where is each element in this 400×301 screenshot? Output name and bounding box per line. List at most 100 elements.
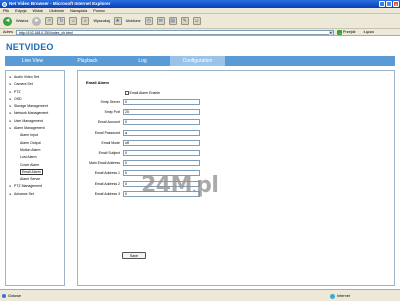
print-icon[interactable]: ▤ — [168, 17, 177, 25]
field-input[interactable]: 0 — [123, 99, 200, 105]
sidebar-item-label: OSD — [14, 96, 22, 101]
field-input[interactable]: 0 — [123, 160, 200, 167]
field-input[interactable]: 25 — [123, 109, 200, 116]
tab-configuration[interactable]: Configuration — [170, 56, 225, 66]
maximize-icon[interactable]: □ — [386, 1, 392, 7]
email-alarm-panel: Email Alarm Email Alarm Enable Save Smtp… — [77, 70, 395, 286]
menu-item-tools[interactable]: Narzędzia — [70, 8, 87, 13]
menu-item-help[interactable]: Pomoc — [93, 8, 105, 13]
sidebar-item-label: Alarm Server — [20, 177, 41, 182]
address-url: http://192.168.0.250/index_ch.html — [18, 30, 73, 35]
tab-log[interactable]: Log — [115, 56, 170, 66]
field-label: Email Address 2 — [94, 181, 120, 186]
sidebar-item[interactable]: ► PTZ — [6, 89, 64, 96]
field-input[interactable]: 0 — [123, 150, 200, 156]
search-icon[interactable]: ⌕ — [81, 17, 90, 25]
home-icon[interactable]: ⌂ — [69, 17, 78, 25]
field-label: Main Email Address — [89, 161, 120, 166]
sidebar-item[interactable]: Alarm Input — [6, 132, 64, 139]
sidebar-item[interactable]: ► Advance Set — [6, 191, 64, 198]
expand-arrow-icon[interactable]: ► — [9, 191, 12, 198]
address-dropdown-icon[interactable]: ▼ — [328, 30, 333, 35]
field-input[interactable]: ● — [123, 129, 200, 136]
favorites-star-icon[interactable]: ★ — [113, 17, 122, 25]
sidebar-item[interactable]: Alarm Output — [6, 140, 64, 147]
email-alarm-enable-label: Email Alarm Enable — [129, 91, 161, 95]
minimize-icon[interactable]: _ — [379, 1, 385, 7]
sidebar-item[interactable]: ► Storage Management — [6, 103, 64, 110]
address-input[interactable]: http://192.168.0.250/index_ch.html ▼ — [15, 29, 334, 35]
expand-arrow-icon[interactable]: ► — [9, 89, 12, 96]
expand-arrow-icon[interactable]: ► — [9, 183, 12, 190]
edit-icon[interactable]: ✎ — [180, 17, 189, 25]
internet-zone-icon — [330, 294, 335, 299]
sidebar-item[interactable]: ► PTZ Management — [6, 183, 64, 190]
field-input[interactable]: off — [123, 139, 200, 146]
sidebar-item[interactable]: ► Alarm Management — [6, 125, 64, 132]
sidebar-item[interactable]: Cover Alarm — [6, 162, 64, 169]
refresh-icon[interactable]: ↻ — [57, 17, 66, 25]
back-button-label[interactable]: Wstecz — [16, 19, 28, 23]
stop-icon[interactable]: × — [45, 17, 54, 25]
field-label: Smtp Port — [104, 110, 120, 115]
email-alarm-enable-checkbox[interactable] — [125, 91, 129, 95]
field-input[interactable]: 0 — [123, 119, 200, 126]
tab-live-view[interactable]: Live View — [5, 56, 60, 66]
menu-item-view[interactable]: Widok — [33, 8, 44, 13]
field-label: Email Password — [94, 130, 120, 135]
address-bar: Adres http://192.168.0.250/index_ch.html… — [0, 29, 400, 36]
back-arrow-icon[interactable]: ◄ — [3, 16, 12, 26]
messenger-icon[interactable]: ☺ — [192, 17, 201, 25]
status-text: Gotowe — [8, 294, 22, 298]
save-button[interactable]: Save — [122, 252, 146, 259]
expand-arrow-icon[interactable]: ► — [9, 118, 12, 125]
sidebar-item[interactable]: ► User Management — [6, 118, 64, 125]
form-row: Email Account 0 — [78, 119, 378, 126]
ie-icon — [2, 1, 7, 7]
expand-arrow-icon[interactable]: ► — [9, 81, 12, 88]
favorites-button-label[interactable]: Ulubione — [126, 19, 141, 23]
sidebar-item-label: Email Alarm — [20, 168, 43, 175]
expand-arrow-icon[interactable]: ► — [9, 74, 12, 81]
main-nav: Live View Playback Log Configuration — [5, 56, 395, 66]
expand-arrow-icon[interactable]: ► — [9, 110, 12, 117]
sidebar-item-label: Motion Alarm — [20, 147, 41, 152]
field-label: Smtp Server — [100, 100, 120, 104]
watermark-logo: 24M.pl — [141, 173, 219, 198]
sidebar-item[interactable]: ► Network Management — [6, 110, 64, 117]
form-row: Email Address 20 — [78, 180, 378, 188]
form-row: Email Address 30 — [78, 190, 378, 198]
sidebar-item[interactable]: Lost Alarm — [6, 154, 64, 161]
forward-arrow-icon[interactable]: ► — [32, 16, 42, 26]
close-icon[interactable]: × — [393, 1, 399, 7]
sidebar-item[interactable]: Alarm Server — [6, 176, 64, 183]
mail-icon[interactable]: ✉ — [156, 17, 165, 25]
zone-text: Internet — [337, 294, 350, 298]
links-button[interactable]: Łącza — [364, 30, 374, 34]
sidebar-item-label: PTZ — [14, 89, 21, 94]
menu-item-edit[interactable]: Edycja — [15, 8, 26, 13]
browser-toolbar: ◄ Wstecz ► × ↻ ⌂ ⌕ Wyszukaj ★ Ulubione ◷… — [0, 14, 400, 29]
tab-playback[interactable]: Playback — [60, 56, 115, 66]
sidebar-item[interactable]: ► OSD — [6, 96, 64, 103]
sidebar-item[interactable]: ► Audio Video Set — [6, 74, 64, 81]
sidebar-item-label: Lost Alarm — [20, 155, 37, 160]
form-row: Smtp Port 25 — [78, 109, 378, 116]
go-button[interactable]: → Przejdź — [336, 29, 356, 35]
menu-item-favorites[interactable]: Ulubione — [49, 8, 64, 13]
expand-arrow-icon[interactable]: ► — [9, 103, 12, 110]
form-row: Main Email Address 0 — [78, 160, 378, 167]
sidebar-item[interactable]: ► Camera Set — [6, 81, 64, 88]
expand-arrow-icon[interactable]: ► — [9, 125, 12, 132]
form-row: Email Mode off — [78, 139, 378, 147]
expand-arrow-icon[interactable]: ► — [9, 96, 12, 103]
history-icon[interactable]: ◷ — [144, 17, 153, 25]
field-label: Email Address 1 — [94, 171, 120, 176]
sidebar-item[interactable]: Motion Alarm — [6, 147, 64, 154]
menu-item-file[interactable]: Plik — [3, 8, 9, 13]
field-label: Email Subject — [98, 151, 120, 155]
sidebar-item[interactable]: Email Alarm — [6, 168, 64, 176]
search-button-label[interactable]: Wyszukaj — [93, 19, 109, 23]
window-title-bar: Net Video Browser - Microsoft Internet E… — [0, 0, 400, 8]
sidebar-item-label: Camera Set — [14, 82, 33, 87]
